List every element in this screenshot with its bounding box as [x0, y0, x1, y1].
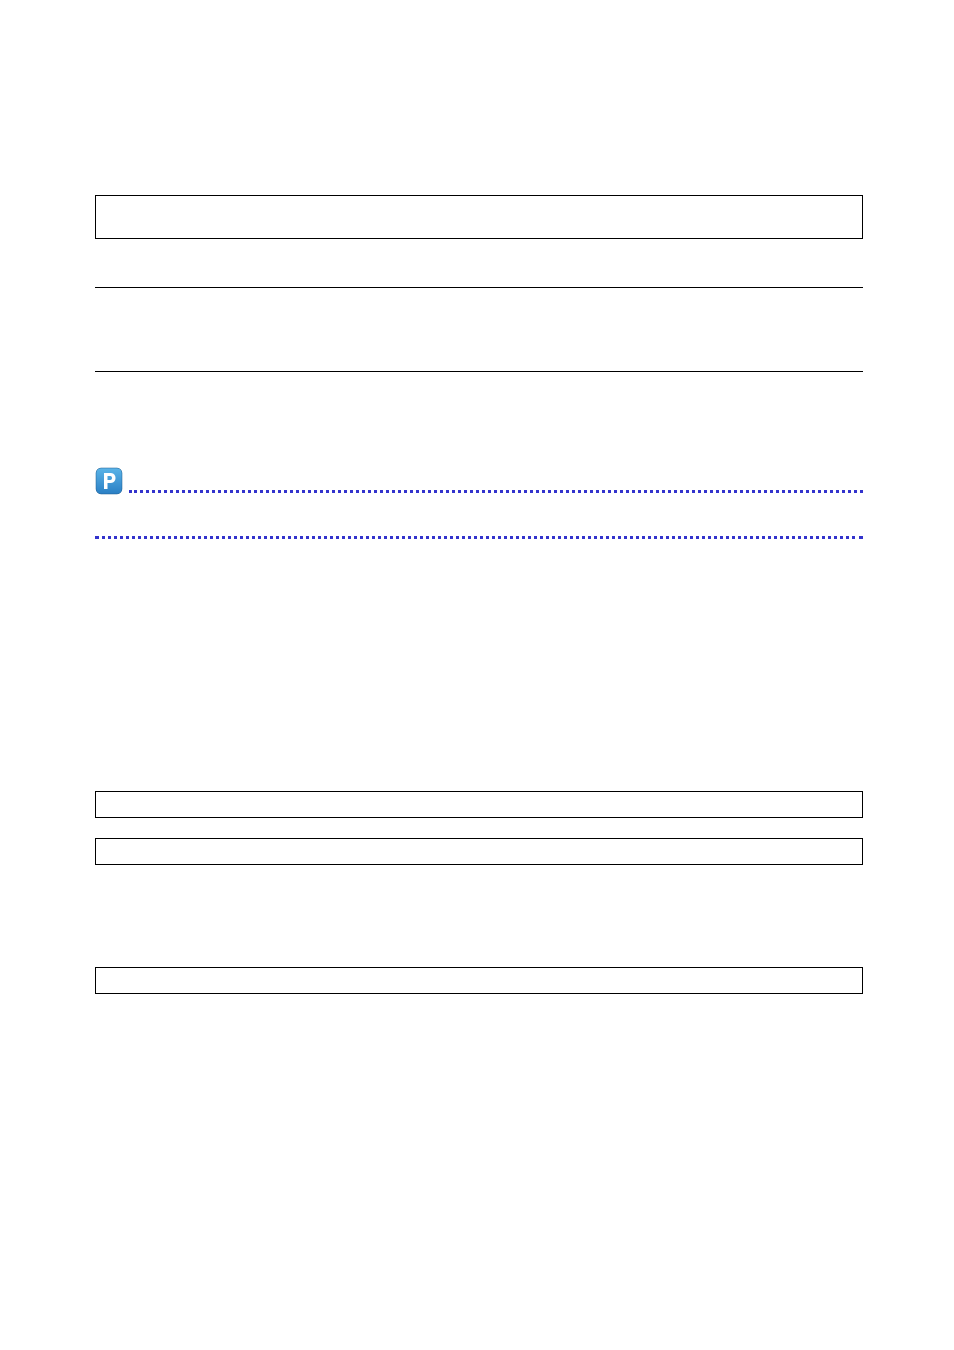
spacer [95, 288, 864, 371]
page-container [0, 0, 954, 994]
spacer [95, 539, 864, 791]
bordered-box [95, 791, 863, 818]
dotted-separator [129, 490, 863, 493]
icon-dotted-row [95, 467, 863, 495]
parking-icon [95, 467, 123, 495]
bordered-box [95, 967, 863, 994]
bordered-box [95, 838, 863, 865]
spacer [95, 372, 864, 467]
bordered-box [95, 195, 863, 239]
